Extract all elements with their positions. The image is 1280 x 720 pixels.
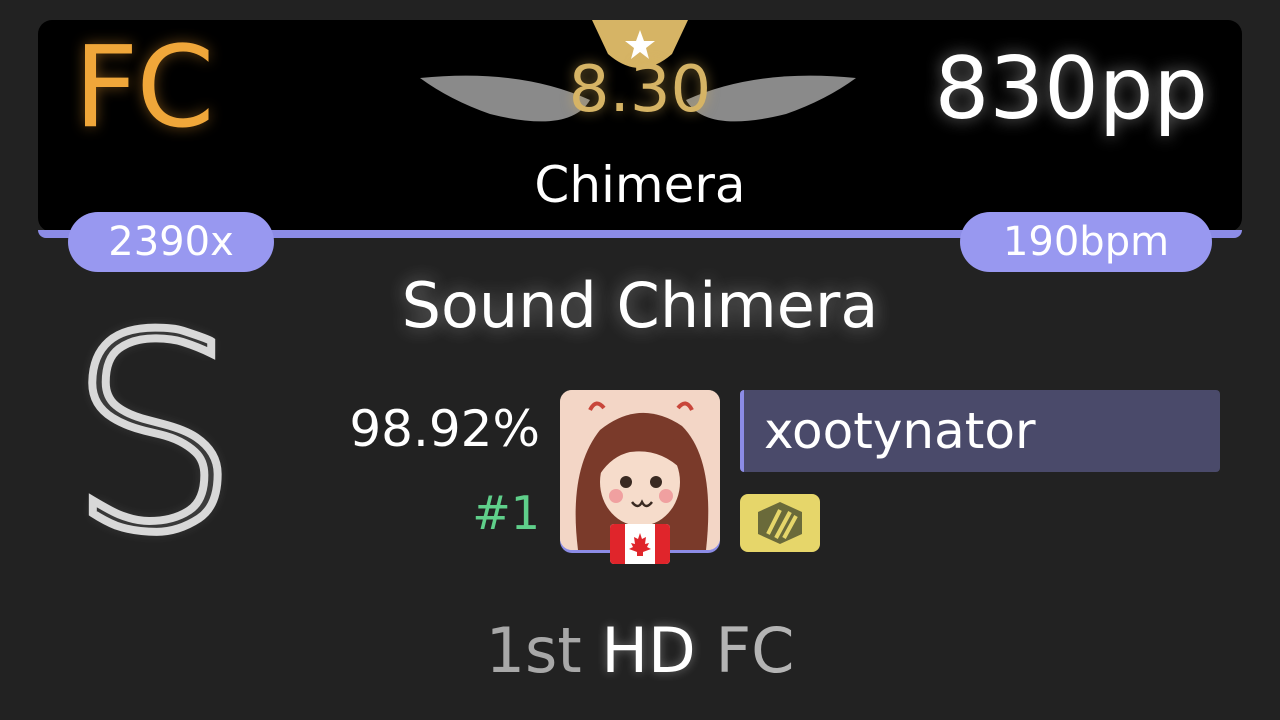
grade-letter: S [64, 277, 243, 592]
mods-text: HD [601, 614, 696, 687]
canada-flag-icon [610, 524, 670, 564]
placement-text: 1st [485, 614, 582, 687]
star-rating: 8.30 [568, 53, 712, 127]
combo-status-text: FC [715, 614, 795, 687]
rank-value: #1 [472, 486, 540, 540]
bpm-pill: 190bpm [960, 212, 1212, 272]
combo-status-label: FC [74, 23, 215, 153]
accuracy-value: 98.92% [349, 400, 540, 458]
pp-value: 830pp [934, 39, 1208, 139]
song-title: Sound Chimera [401, 269, 879, 342]
username[interactable]: xootynator [764, 400, 1036, 462]
score-summary: 1st HD FC [340, 620, 940, 682]
supporter-badge-icon [740, 494, 820, 552]
max-combo-pill: 2390x [68, 212, 274, 272]
difficulty-name: Chimera [534, 156, 746, 214]
